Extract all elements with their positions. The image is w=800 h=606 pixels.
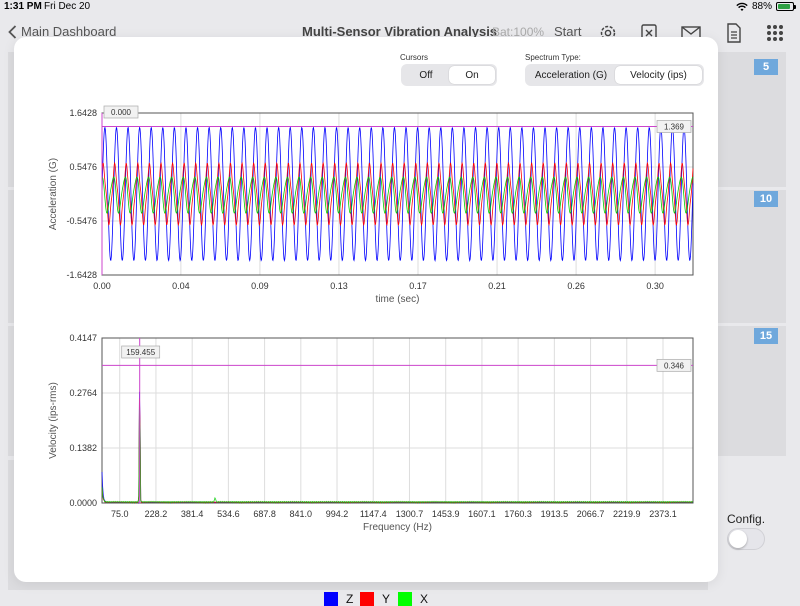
grid-icon[interactable] xyxy=(764,22,786,44)
spectrum-type-segmented-control: Acceleration (G) Velocity (ips) xyxy=(525,64,704,86)
status-bar: 1:31 PM Fri Dec 20 88% xyxy=(0,0,800,14)
cursors-segmented-control: Off On xyxy=(401,64,497,86)
status-right: 88% xyxy=(736,1,796,12)
document-icon[interactable] xyxy=(723,22,745,44)
legend-swatch xyxy=(360,592,374,606)
spectrum-acceleration-option[interactable]: Acceleration (G) xyxy=(527,66,615,84)
battery-level xyxy=(778,4,791,9)
battery-icon xyxy=(776,2,796,11)
legend-label: X xyxy=(420,592,429,606)
legend-swatch xyxy=(398,592,412,606)
legend-swatch xyxy=(324,592,338,606)
cursors-on-option[interactable]: On xyxy=(449,66,495,84)
config-toggle[interactable] xyxy=(727,528,765,550)
legend-item-y: Y xyxy=(360,592,390,606)
legend-item-z: Z xyxy=(324,592,353,606)
legend-label: Z xyxy=(346,592,354,606)
sensor-badge: 5 xyxy=(754,59,778,75)
toggle-knob xyxy=(729,530,747,548)
sensor-badge: 15 xyxy=(754,328,778,344)
wifi-icon xyxy=(736,2,748,11)
config-label: Config. xyxy=(727,512,766,526)
sensor-badge: 10 xyxy=(754,191,778,207)
legend-item-x: X xyxy=(398,592,428,606)
cursors-label: Cursors xyxy=(400,53,429,62)
status-date: Fri Dec 20 xyxy=(44,1,91,12)
battery-percent: 88% xyxy=(751,1,772,12)
spectrum-velocity-option[interactable]: Velocity (ips) xyxy=(615,66,702,84)
cursors-off-option[interactable]: Off xyxy=(403,66,449,84)
status-time: 1:31 PM xyxy=(4,1,42,12)
chevron-left-icon xyxy=(8,24,17,39)
analysis-modal: Cursors Off On Spectrum Type: Accelerati… xyxy=(14,37,718,606)
spectrum-type-label: Spectrum Type: xyxy=(525,53,581,62)
legend-label: Y xyxy=(382,592,391,606)
